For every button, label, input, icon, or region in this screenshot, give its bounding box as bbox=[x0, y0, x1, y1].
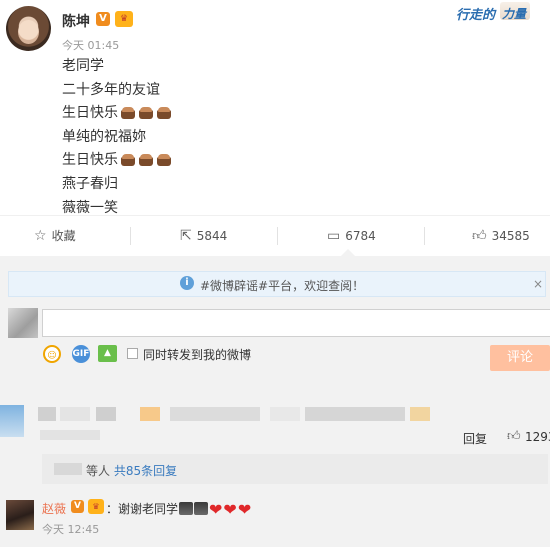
favorite-button[interactable]: ☆ 收藏 bbox=[34, 216, 76, 256]
divider bbox=[277, 227, 278, 245]
sub-replies-summary[interactable]: 等人 共85条回复 bbox=[86, 462, 177, 479]
my-avatar bbox=[8, 308, 38, 338]
post-line: 单纯的祝福妳 bbox=[62, 128, 146, 145]
heart-icon: ❤ bbox=[237, 500, 252, 519]
info-icon: i bbox=[180, 276, 194, 290]
verified-badge-icon: V bbox=[71, 500, 84, 513]
reply-text: ：谢谢老同学 ❤❤❤ bbox=[106, 500, 252, 519]
cake-icon bbox=[138, 151, 154, 167]
post-line: 生日快乐 bbox=[62, 103, 172, 127]
submit-comment-button[interactable]: 评论 bbox=[490, 345, 550, 371]
comment-icon: ▭ bbox=[327, 228, 341, 244]
cake-icon bbox=[120, 104, 136, 120]
comment-input[interactable] bbox=[42, 309, 550, 337]
more-replies-link[interactable]: 共85条回复 bbox=[114, 464, 177, 478]
post-line: 生日快乐 bbox=[62, 150, 172, 174]
divider bbox=[130, 227, 131, 245]
blurred-comment-meta bbox=[40, 430, 100, 440]
reply-time: 今天 12:45 bbox=[42, 523, 100, 536]
reply-author-name[interactable]: 赵薇 bbox=[42, 500, 66, 517]
forward-icon: ⇱ bbox=[180, 228, 192, 244]
sub-replies-prefix: 等人 bbox=[86, 464, 111, 478]
forward-checkbox-label[interactable]: 同时转发到我的微博 bbox=[143, 346, 251, 363]
cake-icon bbox=[156, 104, 172, 120]
emoji-icon bbox=[194, 502, 209, 515]
forward-checkbox[interactable] bbox=[127, 348, 138, 359]
watermark-sub: 力量 bbox=[502, 7, 527, 21]
post-line: 二十多年的友谊 bbox=[62, 81, 160, 98]
reply-avatar[interactable] bbox=[6, 500, 34, 530]
close-icon[interactable]: × bbox=[533, 277, 543, 291]
star-icon: ☆ bbox=[34, 228, 47, 244]
heart-icon: ❤ bbox=[209, 500, 223, 519]
thumbs-up-icon: 👍︎ bbox=[472, 228, 487, 244]
blurred-sub-name bbox=[54, 463, 82, 475]
image-icon[interactable]: ▲ bbox=[98, 345, 117, 362]
post-line: 老同学 bbox=[62, 58, 104, 74]
post-line: 燕子春归 bbox=[62, 175, 118, 192]
heart-icon: ❤ bbox=[223, 500, 237, 519]
post-action-bar: ☆ 收藏 ⇱ 5844 ▭ 6784 👍︎ 34585 bbox=[0, 215, 550, 255]
crown-icon: ♛ bbox=[88, 499, 104, 514]
divider bbox=[424, 227, 425, 245]
gif-icon[interactable]: GIF bbox=[72, 345, 90, 363]
cake-icon bbox=[138, 104, 154, 120]
cake-icon bbox=[120, 151, 136, 167]
emoji-icon bbox=[179, 502, 194, 515]
post-body: 老同学 二十多年的友谊 生日快乐 单纯的祝福妳 生日快乐 燕子春归 薇薇一笑 bbox=[62, 56, 172, 221]
reply-button[interactable]: 回复 bbox=[463, 430, 487, 447]
comment-like-count[interactable]: 1293 bbox=[525, 430, 550, 444]
cake-icon bbox=[156, 151, 172, 167]
watermark-main: 行走的 bbox=[456, 8, 496, 23]
like-button[interactable]: 👍︎ 34585 bbox=[472, 216, 530, 256]
verified-badge-icon: V bbox=[96, 12, 110, 26]
author-avatar[interactable] bbox=[6, 6, 51, 51]
forward-button[interactable]: ⇱ 5844 bbox=[180, 216, 227, 256]
crown-icon: ♛ bbox=[115, 11, 133, 27]
emoji-icon[interactable]: ☺ bbox=[43, 345, 61, 363]
panel-caret bbox=[341, 249, 355, 256]
post-time[interactable]: 今天 01:45 bbox=[62, 37, 119, 53]
thumbs-up-icon[interactable]: 👍︎ bbox=[507, 429, 521, 444]
notice-text[interactable]: #微博辟谣#平台，欢迎查阅！ bbox=[200, 277, 364, 294]
blurred-comment-content bbox=[0, 405, 550, 437]
author-name[interactable]: 陈坤 bbox=[62, 11, 90, 31]
